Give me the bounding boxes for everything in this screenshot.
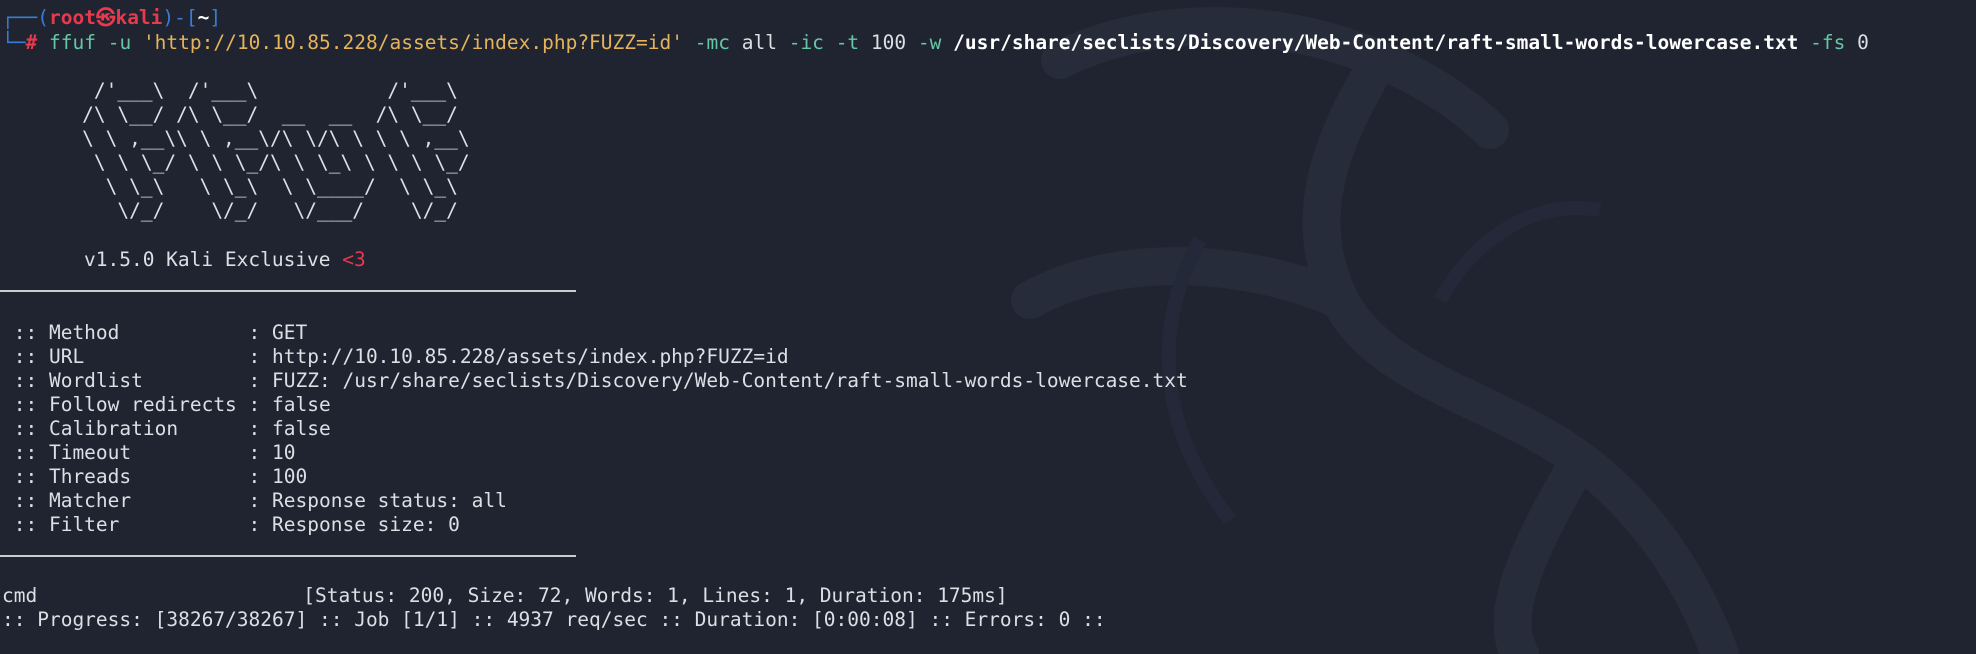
cmd-flag-ic: -ic [788, 31, 824, 54]
cmd-flag-u: -u [107, 31, 132, 54]
cmd-flag-mc: -mc [694, 31, 730, 54]
config-value: : Response size: 0 [248, 513, 460, 536]
prompt-host: kali [115, 6, 163, 29]
banner-line-5: \ \_\ \ \_\ \ \____/ \ \_\ [0, 175, 458, 198]
prompt-frame-left: ┌──( [2, 6, 49, 29]
command-line[interactable]: └─# ffuf -u 'http://10.10.85.228/assets/… [2, 31, 1869, 55]
prompt-header: ┌──(root㉿kali)-[~] [2, 6, 221, 30]
terminal-window[interactable]: ┌──(root㉿kali)-[~] └─# ffuf -u 'http://1… [0, 0, 1976, 654]
prompt-frame-mid: )-[ [162, 6, 198, 29]
config-key: :: Filter [2, 513, 249, 536]
config-row: :: Threads : 100 [2, 465, 308, 489]
cmd-fs-value: 0 [1857, 31, 1869, 54]
config-value: : false [248, 393, 331, 416]
cmd-flag-t: -t [835, 31, 860, 54]
config-value: : Response status: all [248, 489, 507, 512]
config-key: :: Timeout [2, 441, 249, 464]
config-row: :: URL : http://10.10.85.228/assets/inde… [2, 345, 789, 369]
config-row: :: Filter : Response size: 0 [2, 513, 460, 537]
version-text: v1.5.0 Kali Exclusive [84, 248, 331, 271]
cmd-t-value: 100 [870, 31, 907, 54]
prompt-frame-right: ] [209, 6, 222, 29]
config-row: :: Follow redirects : false [2, 393, 331, 417]
config-key: :: Calibration [2, 417, 249, 440]
config-key: :: Method [2, 321, 249, 344]
banner-line-2: /\ \__/ /\ \__/ __ __ /\ \__/ [0, 103, 458, 126]
prompt-symbol: # [25, 31, 38, 54]
cmd-wordlist: /usr/share/seclists/Discovery/Web-Conten… [953, 31, 1799, 54]
config-value: : 10 [248, 441, 296, 464]
prompt-corner: └─ [2, 31, 26, 54]
result-row: cmd [Status: 200, Size: 72, Words: 1, Lin… [2, 584, 1008, 608]
divider-top [0, 290, 576, 292]
cmd-flag-w: -w [917, 31, 942, 54]
config-row: :: Timeout : 10 [2, 441, 296, 465]
banner-line-3: \ \ ,__\\ \ ,__\/\ \/\ \ \ \ ,__\ [0, 127, 470, 150]
config-key: :: URL [2, 345, 249, 368]
config-value: : false [248, 417, 331, 440]
progress-line: :: Progress: [38267/38267] :: Job [1/1] … [2, 608, 1106, 631]
heart-text: <3 [342, 248, 366, 271]
cmd-url: 'http://10.10.85.228/assets/index.php?FU… [142, 31, 683, 54]
result-details: [Status: 200, Size: 72, Words: 1, Lines:… [303, 584, 1008, 607]
cmd-flag-fs: -fs [1810, 31, 1846, 54]
prompt-skull-icon: ㉿ [95, 6, 116, 29]
prompt-cwd: ~ [197, 6, 210, 29]
config-value: : FUZZ: /usr/share/seclists/Discovery/We… [248, 369, 1188, 392]
divider-bottom [0, 555, 576, 557]
prompt-user: root [48, 6, 96, 29]
cmd-mc-value: all [741, 31, 777, 54]
config-key: :: Wordlist [2, 369, 249, 392]
config-value: : http://10.10.85.228/assets/index.php?F… [248, 345, 789, 368]
config-row: :: Matcher : Response status: all [2, 489, 507, 513]
version-line: v1.5.0 Kali Exclusive <3 [84, 248, 366, 272]
config-row: :: Method : GET [2, 321, 308, 345]
banner-line-4: \ \ \_/ \ \ \_/\ \ \_\ \ \ \ \_/ [0, 151, 470, 174]
config-value: : GET [248, 321, 308, 344]
cmd-program: ffuf [48, 31, 96, 54]
config-key: :: Follow redirects [2, 393, 249, 416]
config-key: :: Matcher [2, 489, 249, 512]
config-row: :: Wordlist : FUZZ: /usr/share/seclists/… [2, 369, 1188, 393]
config-value: : 100 [248, 465, 308, 488]
result-word: cmd [2, 584, 38, 607]
banner-line-1: /'___\ /'___\ /'___\ [0, 79, 458, 102]
config-row: :: Calibration : false [2, 417, 331, 441]
config-key: :: Threads [2, 465, 249, 488]
banner-line-6: \/_/ \/_/ \/___/ \/_/ [0, 199, 458, 222]
